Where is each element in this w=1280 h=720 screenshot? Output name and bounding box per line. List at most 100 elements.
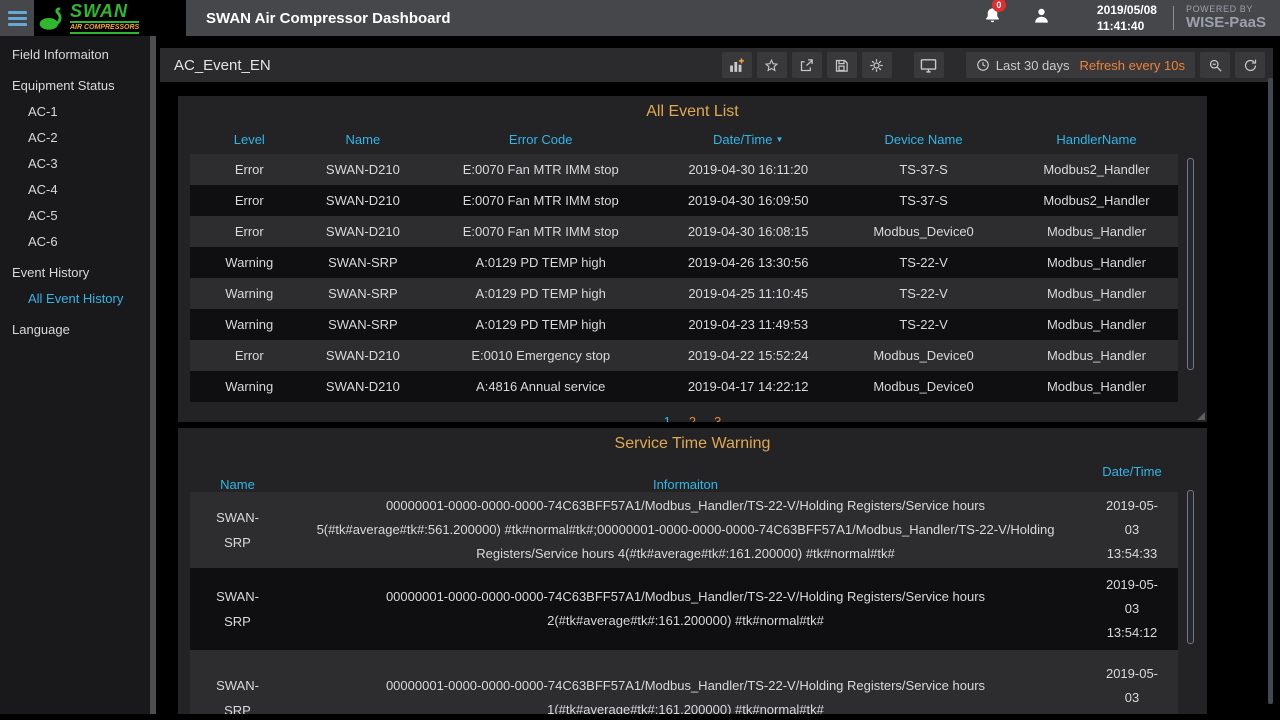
cell-handler: Modbus_Handler	[1015, 379, 1178, 394]
share-icon	[799, 58, 814, 73]
cell-error-code: E:0010 Emergency stop	[417, 348, 664, 363]
sidebar-item-language[interactable]: Language	[0, 317, 150, 343]
page-scrollbar[interactable]	[1268, 78, 1273, 704]
cell-datetime: 2019-04-17 14:22:12	[664, 379, 832, 394]
cell-level: Warning	[190, 255, 309, 270]
cell-handler: Modbus_Handler	[1015, 255, 1178, 270]
header-divider	[1173, 6, 1174, 30]
cell-datetime: 2019-04-25 11:10:45	[664, 286, 832, 301]
panel-resize-handle[interactable]	[1197, 412, 1205, 420]
sidebar-item-ac-6[interactable]: AC-6	[0, 229, 150, 255]
service-time-warning-panel: Service Time Warning Name Informaiton Da…	[178, 428, 1207, 714]
table-row: Warning SWAN-D210 A:4816 Annual service …	[190, 371, 1178, 402]
col-handler-name[interactable]: HandlerName	[1015, 132, 1178, 147]
logo-brand-text: SWAN	[70, 2, 139, 20]
event-table: Level Name Error Code Date/Time▼ Device …	[190, 124, 1178, 402]
page-2-button[interactable]: 2	[689, 414, 696, 422]
cell-device: TS-22-V	[832, 255, 1015, 270]
table-row: Warning SWAN-SRP A:0129 PD TEMP high 201…	[190, 309, 1178, 340]
swan-logo: SWAN AIR COMPRESSORS	[34, 0, 186, 36]
col-name[interactable]: Name	[190, 477, 285, 492]
cell-datetime: 2019-04-30 16:08:15	[664, 224, 832, 239]
sort-desc-caret: ▼	[775, 135, 783, 144]
share-button[interactable]	[792, 52, 822, 78]
refresh-button[interactable]	[1235, 52, 1265, 78]
cell-level: Warning	[190, 379, 309, 394]
cell-level: Error	[190, 348, 309, 363]
time-range-label: Last 30 days	[996, 58, 1070, 73]
col-error-code[interactable]: Error Code	[417, 132, 664, 147]
cell-datetime: 2019-04-30 16:09:50	[664, 193, 832, 208]
sidebar-item-ac-1[interactable]: AC-1	[0, 99, 150, 125]
page-3-button[interactable]: 3	[714, 414, 721, 422]
time-text: 11:41:40	[1097, 18, 1157, 34]
sidebar-item-equipment-status[interactable]: Equipment Status	[0, 73, 150, 99]
wise-paas-logo-text: WISE-PaaS	[1186, 15, 1266, 31]
save-button[interactable]	[827, 52, 857, 78]
sidebar-item-ac-2[interactable]: AC-2	[0, 125, 150, 151]
col-information[interactable]: Informaiton	[285, 477, 1086, 492]
panel-scrollbar[interactable]	[1187, 158, 1194, 370]
cell-handler: Modbus2_Handler	[1015, 162, 1178, 177]
event-table-body: Error SWAN-D210 E:0070 Fan MTR IMM stop …	[190, 154, 1178, 402]
table-row: Error SWAN-D210 E:0070 Fan MTR IMM stop …	[190, 216, 1178, 247]
cell-datetime: 2019-04-30 16:11:20	[664, 162, 832, 177]
app-title: SWAN Air Compressor Dashboard	[206, 10, 451, 27]
col-device-name[interactable]: Device Name	[832, 132, 1015, 147]
cell-name: SWAN-D210	[309, 379, 418, 394]
event-table-header: Level Name Error Code Date/Time▼ Device …	[190, 124, 1178, 154]
sidebar-item-ac-4[interactable]: AC-4	[0, 177, 150, 203]
date-text: 2019/05/08	[1097, 2, 1157, 18]
settings-button[interactable]	[862, 52, 892, 78]
cell-device: Modbus_Device0	[832, 379, 1015, 394]
save-icon	[834, 58, 849, 73]
clock-icon	[976, 58, 990, 72]
menu-icon[interactable]	[0, 0, 34, 36]
table-row: SWAN- SRP 00000001-0000-0000-0000-74C63B…	[190, 568, 1178, 650]
table-row: Warning SWAN-SRP A:0129 PD TEMP high 201…	[190, 278, 1178, 309]
panel-title[interactable]: All Event List	[178, 96, 1207, 121]
add-panel-button[interactable]	[722, 52, 752, 78]
user-icon[interactable]	[1032, 6, 1051, 30]
cell-level: Error	[190, 193, 309, 208]
cell-information: 00000001-0000-0000-0000-74C63BFF57A1/Mod…	[285, 674, 1086, 714]
col-datetime[interactable]: Date/Time	[1086, 462, 1178, 479]
cell-information: 00000001-0000-0000-0000-74C63BFF57A1/Mod…	[285, 585, 1086, 633]
zoom-out-button[interactable]	[1200, 52, 1230, 78]
panel-title[interactable]: Service Time Warning	[178, 428, 1207, 453]
panel-scrollbar[interactable]	[1187, 490, 1194, 644]
cell-datetime: 2019-05- 03 13:54:33	[1086, 494, 1178, 566]
gear-icon	[869, 58, 884, 73]
cell-error-code: A:0129 PD TEMP high	[417, 286, 664, 301]
sidebar-item-ac-5[interactable]: AC-5	[0, 203, 150, 229]
col-name[interactable]: Name	[309, 132, 418, 147]
sidebar-item-all-event-history[interactable]: All Event History	[0, 286, 150, 312]
col-level[interactable]: Level	[190, 132, 309, 147]
time-range-picker[interactable]: Last 30 days Refresh every 10s	[966, 52, 1195, 78]
notification-bell-icon[interactable]: 0	[983, 6, 1002, 30]
cell-datetime: 2019-04-26 13:30:56	[664, 255, 832, 270]
zoom-out-icon	[1208, 58, 1223, 73]
cell-error-code: A:4816 Annual service	[417, 379, 664, 394]
table-row: SWAN- SRP 00000001-0000-0000-0000-74C63B…	[190, 650, 1178, 714]
sidebar-scrollbar[interactable]	[150, 36, 156, 714]
refresh-interval-label[interactable]: Refresh every 10s	[1080, 58, 1186, 73]
cell-datetime: 2019-04-22 15:52:24	[664, 348, 832, 363]
sidebar-item-ac-3[interactable]: AC-3	[0, 151, 150, 177]
cell-error-code: E:0070 Fan MTR IMM stop	[417, 193, 664, 208]
sidebar-item-event-history[interactable]: Event History	[0, 260, 150, 286]
col-datetime[interactable]: Date/Time▼	[664, 132, 832, 147]
kiosk-mode-button[interactable]	[914, 52, 944, 78]
star-button[interactable]	[757, 52, 787, 78]
sidebar-item-field-information[interactable]: Field Informaiton	[0, 42, 150, 68]
top-header-bar: SWAN AIR COMPRESSORS SWAN Air Compressor…	[0, 0, 1280, 36]
cell-error-code: E:0070 Fan MTR IMM stop	[417, 162, 664, 177]
cell-device: TS-37-S	[832, 193, 1015, 208]
cell-name: SWAN-D210	[309, 224, 418, 239]
table-row: Error SWAN-D210 E:0070 Fan MTR IMM stop …	[190, 154, 1178, 185]
logo-tagline-text: AIR COMPRESSORS	[70, 21, 139, 34]
page-1-button[interactable]: 1	[664, 414, 671, 422]
dashboard-name[interactable]: AC_Event_EN	[174, 57, 271, 74]
swan-bird-icon	[38, 5, 68, 31]
table-row: Error SWAN-D210 E:0010 Emergency stop 20…	[190, 340, 1178, 371]
